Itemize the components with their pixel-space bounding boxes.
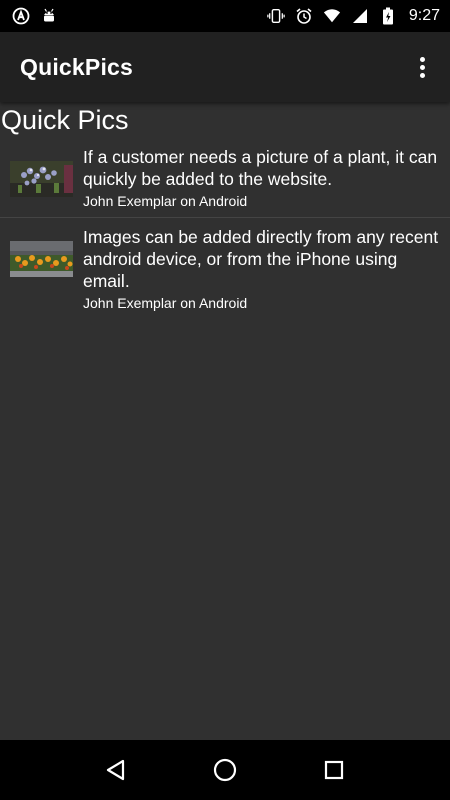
navigation-bar [0, 740, 450, 800]
plant-photo-thumbnail [10, 161, 73, 197]
flowerbed-photo-thumbnail [10, 241, 73, 277]
home-icon [213, 758, 237, 782]
screen: 9:27 QuickPics Quick Pics If a customer … [0, 0, 450, 800]
app-a-icon [12, 7, 30, 25]
battery-icon [379, 7, 397, 25]
status-time: 9:27 [408, 7, 440, 24]
back-icon [107, 759, 125, 781]
app-bar: QuickPics [0, 32, 450, 102]
list-item-text: Images can be added directly from any re… [83, 226, 440, 313]
list-item-title: Images can be added directly from any re… [83, 227, 439, 291]
home-button[interactable] [201, 746, 249, 794]
pics-list: If a customer needs a picture of a plant… [0, 142, 450, 319]
page-heading: Quick Pics [1, 105, 129, 135]
alarm-icon [295, 7, 313, 25]
overflow-menu-icon [419, 56, 425, 62]
status-left-icons [12, 7, 58, 25]
app-title: QuickPics [20, 53, 134, 80]
status-right-icons: 9:27 [267, 7, 440, 25]
list-item-subtitle: John Exemplar on Android [83, 193, 248, 209]
android-debug-icon [40, 7, 58, 25]
list-item[interactable]: If a customer needs a picture of a plant… [0, 142, 450, 217]
overflow-menu-button[interactable] [410, 47, 434, 87]
wifi-icon [323, 7, 341, 25]
back-button[interactable] [92, 746, 140, 794]
recents-button[interactable] [310, 746, 358, 794]
list-item[interactable]: Images can be added directly from any re… [0, 217, 450, 319]
list-item-title: If a customer needs a picture of a plant… [83, 147, 438, 189]
vibrate-icon [267, 7, 285, 25]
list-item-text: If a customer needs a picture of a plant… [83, 146, 440, 211]
main-content: Quick Pics If a customer needs a picture… [0, 102, 450, 740]
signal-icon [351, 7, 369, 25]
recents-icon [324, 760, 343, 780]
status-bar: 9:27 [0, 0, 450, 32]
list-item-subtitle: John Exemplar on Android [83, 295, 248, 311]
